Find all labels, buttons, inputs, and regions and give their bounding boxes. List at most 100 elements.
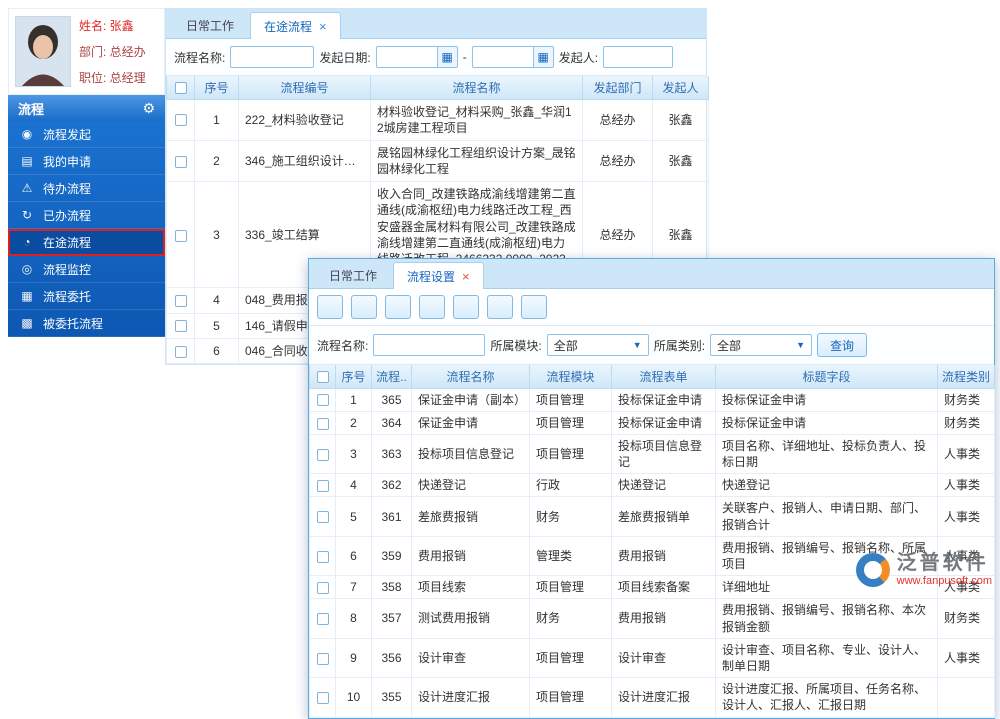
tab-bar: 日常工作 流程设置 × [309,259,994,289]
profile-dept: 部门: 总经办 [79,45,146,59]
close-icon[interactable]: × [462,270,470,283]
category-select-value: 全部 [717,338,742,353]
sidebar-item[interactable]: ▤ 我的申请 [8,148,165,175]
calendar-icon[interactable]: ▦ [532,47,553,67]
initiator-input[interactable] [603,46,674,68]
toolbar-button[interactable] [351,295,377,319]
cell-category [937,677,995,718]
profile-title: 职位: 总经理 [79,71,146,85]
tab[interactable]: 日常工作 [315,261,391,288]
toolbar-button[interactable] [453,295,479,319]
tab[interactable]: 在途流程 × [250,12,341,39]
cell-name: 投标项目信息登记 [411,433,530,475]
search-button[interactable]: 查询 [817,333,868,357]
module-select[interactable]: 全部 ▼ [546,334,649,356]
row-checkbox[interactable] [316,582,329,595]
menu-item-icon: ▦ [21,289,33,303]
category-select[interactable]: 全部 ▼ [710,334,813,356]
col-header-module: 流程模块 [529,365,612,389]
sidebar-item[interactable]: ⚠ 待办流程 [8,175,165,202]
sidebar-item[interactable]: ▦ 流程委托 [8,283,165,310]
row-checkbox[interactable] [316,480,329,493]
cell-module: 管理类 [529,535,612,577]
cell-form: 快递登记 [611,473,716,498]
row-checkbox[interactable] [316,417,329,430]
sidebar-item[interactable]: ↻ 已办流程 [8,202,165,229]
row-checkbox[interactable] [174,320,187,333]
user-profile: 姓名: 张鑫 部门: 总经办 职位: 总经理 [8,8,165,95]
menu-item-label: 待办流程 [43,181,92,196]
profile-info: 姓名: 张鑫 部门: 总经办 职位: 总经理 [79,16,146,87]
process-name-input[interactable] [373,334,486,356]
table-row[interactable]: 1 365 保证金申请（副本） 项目管理 投标保证金申请 投标保证金申请 财务类 [309,387,995,412]
toolbar-button[interactable] [487,295,513,319]
table-row[interactable]: 3 363 投标项目信息登记 项目管理 投标项目信息登记 项目名称、详细地址、投… [309,433,995,475]
row-checkbox[interactable] [316,550,329,563]
sidebar-item[interactable]: ◉ 流程发起 [8,121,165,148]
row-checkbox[interactable] [316,692,329,705]
row-checkbox[interactable] [174,114,187,127]
table-row[interactable]: 2 346_施工组织设计方案申请 晟铭园林绿化工程组织设计方案_晟铭园林绿化工程… [166,139,709,183]
cell-form: 差旅费报销单 [611,496,716,537]
col-header-person: 发起人 [652,76,709,100]
process-name-input[interactable] [230,46,315,68]
col-header-id: 流程.. [371,365,412,389]
sidebar-item[interactable]: ▩ 被委托流程 [8,310,165,337]
select-all-checkbox[interactable] [316,371,329,384]
cell-id: 359 [371,535,412,577]
filter-bar: 流程名称: 所属模块: 全部 ▼ 所属类别: 全部 ▼ 查询 [309,326,994,365]
cell-fields: 投标保证金申请 [715,410,938,435]
sidebar-item[interactable]: ◔ 在途流程 [8,229,165,256]
toolbar-button[interactable] [385,295,411,319]
table-row[interactable]: 10 355 设计进度汇报 项目管理 设计进度汇报 设计进度汇报、所属项目、任务… [309,677,995,718]
cell-id: 358 [371,575,412,600]
row-checkbox[interactable] [174,229,187,242]
table-row[interactable]: 4 362 快递登记 行政 快递登记 快递登记 人事类 [309,473,995,498]
cell-dept: 总经办 [582,98,653,141]
sidebar-item[interactable]: ◎ 流程监控 [8,256,165,283]
cell-fields: 费用报销、报销编号、报销名称、本次报销金额 [715,598,938,639]
row-checkbox[interactable] [316,652,329,665]
cell-seq: 4 [194,287,239,314]
row-checkbox[interactable] [174,345,187,358]
col-header-seq: 序号 [194,76,239,100]
select-all-checkbox[interactable] [174,82,187,95]
table-row[interactable]: 2 364 保证金申请 项目管理 投标保证金申请 投标保证金申请 财务类 [309,410,995,435]
cell-form: 项目线索备案 [611,575,716,600]
tab-label: 在途流程 [264,19,313,34]
cell-seq: 5 [335,496,372,537]
row-checkbox[interactable] [316,394,329,407]
toolbar-button[interactable] [317,295,343,319]
sidebar: 姓名: 张鑫 部门: 总经办 职位: 总经理 流程 ⚙ ◉ 流程发起 ▤ 我的申… [8,8,165,337]
tab[interactable]: 日常工作 [172,11,248,38]
process-name-label: 流程名称: [317,338,369,353]
row-checkbox[interactable] [316,448,329,461]
toolbar-button[interactable] [521,295,547,319]
gear-icon[interactable]: ⚙ [142,100,155,117]
initiator-label: 发起人: [558,50,599,65]
chevron-down-icon: ▼ [632,340,642,350]
start-date-input[interactable] [376,48,437,66]
cell-id: 362 [371,473,412,498]
close-icon[interactable]: × [319,20,327,33]
table-row[interactable]: 5 361 差旅费报销 财务 差旅费报销单 关联客户、报销人、申请日期、部门、报… [309,496,995,537]
menu-item-label: 在途流程 [43,235,92,250]
cell-seq: 9 [335,637,372,679]
toolbar-button[interactable] [419,295,445,319]
col-header-form: 流程表单 [611,365,716,389]
cell-fields: 投标保证金申请 [715,387,938,412]
end-date-input[interactable] [472,48,533,66]
row-checkbox[interactable] [174,155,187,168]
row-checkbox[interactable] [174,295,187,308]
calendar-icon[interactable]: ▦ [436,47,457,67]
menu-item-icon: ◉ [21,127,33,141]
tab[interactable]: 流程设置 × [393,262,484,289]
table-row[interactable]: 8 357 测试费用报销 财务 费用报销 费用报销、报销编号、报销名称、本次报销… [309,598,995,639]
filter-bar: 流程名称: 发起日期: ▦ - ▦ 发起人: [166,39,706,76]
row-checkbox[interactable] [316,511,329,524]
table-row[interactable]: 9 356 设计审查 项目管理 设计审查 设计审查、项目名称、专业、设计人、制单… [309,637,995,679]
cell-form: 费用报销 [611,535,716,577]
table-row[interactable]: 1 222_材料验收登记 材料验收登记_材料采购_张鑫_华润12城房建工程项目 … [166,98,709,141]
menu-item-icon: ◔ [23,235,31,249]
row-checkbox[interactable] [316,613,329,626]
